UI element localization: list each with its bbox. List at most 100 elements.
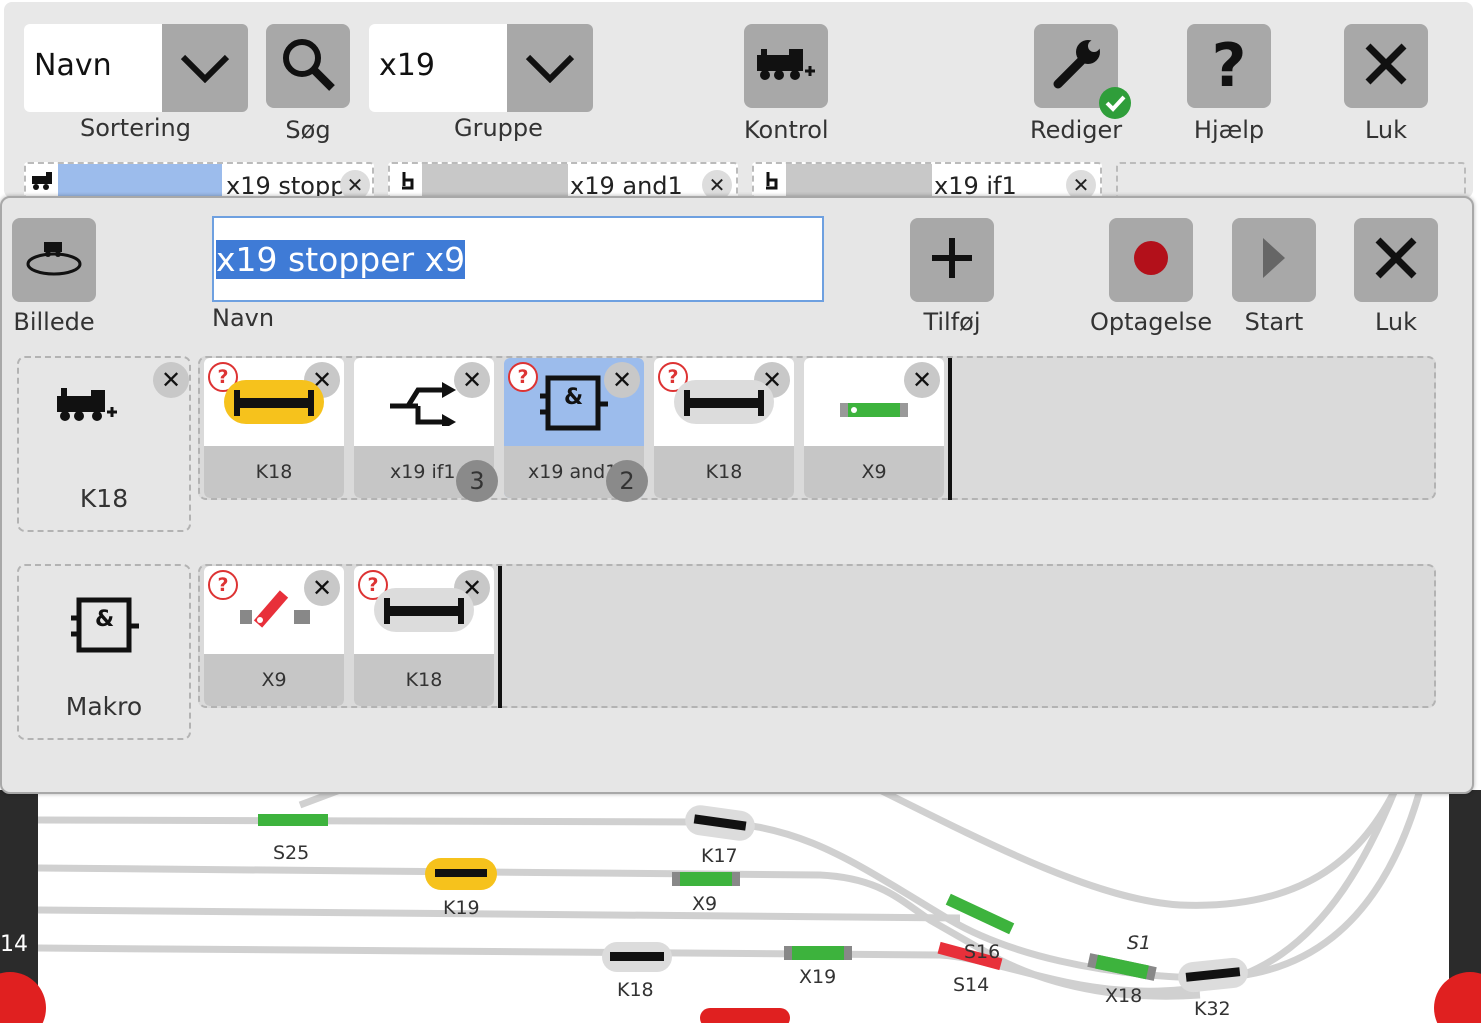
dialog-close-label: Luk — [1374, 308, 1418, 336]
record-button[interactable] — [1109, 218, 1194, 302]
edit-button[interactable] — [1034, 24, 1132, 119]
step-count-badge: 3 — [456, 460, 498, 502]
control-label: Kontrol — [744, 116, 829, 144]
image-tool[interactable]: Billede — [12, 218, 96, 336]
branch-arrow-icon — [388, 382, 460, 430]
step-label: K18 — [204, 446, 344, 498]
close-button[interactable] — [1344, 24, 1428, 108]
track-label: X9 — [692, 893, 718, 915]
track-label: K32 — [1194, 998, 1231, 1020]
add-tool[interactable]: Tilføj — [910, 218, 994, 336]
track-label: S1 — [1127, 932, 1152, 954]
step-card[interactable]: ? ✕ K18 — [654, 358, 794, 498]
insert-cursor — [498, 566, 502, 708]
sort-label: Sortering — [80, 114, 191, 142]
step-label: X9 — [204, 654, 344, 706]
and-gate-icon: & — [69, 596, 141, 660]
close-label: Luk — [1364, 116, 1408, 144]
dialog-close-button[interactable] — [1354, 218, 1438, 302]
track-label: X19 — [799, 966, 837, 988]
track-label: K17 — [701, 845, 738, 867]
hand-pointer-icon — [392, 166, 422, 194]
start-button[interactable] — [1232, 218, 1316, 302]
step-label: K18 — [654, 446, 794, 498]
step-card[interactable]: ? ✕ X9 — [204, 566, 344, 706]
search-icon — [280, 36, 336, 96]
row-head-label: K18 — [79, 484, 129, 513]
track-label: S16 — [964, 941, 1001, 963]
image-button[interactable] — [12, 218, 96, 302]
record-label: Optagelse — [1090, 308, 1213, 336]
macro-name-input[interactable]: x19 stopper x9 — [212, 216, 824, 302]
macro-name-text: x19 stopper x9 — [216, 240, 466, 279]
question-mark-icon[interactable]: ? — [508, 362, 538, 392]
search-label: Søg — [285, 116, 331, 144]
name-label: Navn — [212, 304, 275, 332]
control-tool[interactable]: Kontrol — [744, 24, 829, 144]
row-remove-icon[interactable]: ✕ — [153, 362, 189, 398]
close-icon — [1374, 236, 1418, 284]
question-mark-icon: ? — [1211, 31, 1247, 101]
dialog-close-tool[interactable]: Luk — [1354, 218, 1438, 336]
track-label: K18 — [617, 979, 654, 1001]
chevron-down-icon[interactable] — [507, 24, 593, 112]
control-button[interactable] — [744, 24, 829, 108]
row-head-label: Makro — [65, 692, 143, 721]
step-label: X9 — [804, 446, 944, 498]
search-tool[interactable]: Søg — [266, 24, 350, 144]
track-label: S14 — [953, 974, 990, 996]
plus-icon — [928, 234, 976, 286]
insert-cursor — [948, 358, 952, 500]
grey-block-icon — [370, 588, 478, 638]
help-label: Hjælp — [1193, 116, 1265, 144]
edit-tool[interactable]: Rediger — [1030, 24, 1132, 144]
start-tool[interactable]: Start — [1232, 218, 1316, 336]
locomotive-icon — [55, 384, 119, 428]
sort-value: Navn — [24, 24, 162, 112]
step-remove-icon[interactable]: ✕ — [904, 362, 940, 398]
locomotive-icon — [755, 47, 817, 85]
close-icon — [1364, 42, 1408, 90]
question-mark-icon[interactable]: ? — [208, 570, 238, 600]
step-card[interactable]: ✕ X9 — [804, 358, 944, 498]
red-switch-icon — [238, 584, 314, 632]
step-card[interactable]: ? ✕ K18 — [204, 358, 344, 498]
step-count-badge: 2 — [606, 460, 648, 502]
chevron-down-icon[interactable] — [162, 24, 248, 112]
help-button[interactable]: ? — [1187, 24, 1271, 108]
group-select[interactable]: x19 — [369, 24, 593, 112]
track-label: S25 — [273, 842, 310, 864]
loco-yellow-block-icon — [220, 380, 328, 430]
play-icon — [1259, 236, 1289, 284]
add-button[interactable] — [910, 218, 994, 302]
sort-select[interactable]: Navn — [24, 24, 248, 112]
step-card[interactable]: ? ✕ K18 — [354, 566, 494, 706]
add-label: Tilføj — [923, 308, 981, 336]
track-label: K19 — [443, 897, 480, 919]
svg-text:&: & — [564, 385, 583, 410]
step-label: K18 — [354, 654, 494, 706]
track-label: 14 — [0, 932, 28, 957]
group-value: x19 — [369, 24, 507, 112]
svg-text:&: & — [95, 607, 114, 632]
record-dot-icon — [1131, 238, 1171, 282]
grey-block-icon — [670, 380, 778, 430]
green-signal-icon — [838, 402, 910, 422]
step-row-2[interactable]: ? ✕ X9 ? ✕ K18 — [198, 564, 1436, 708]
group-label: Gruppe — [454, 114, 543, 142]
help-tool[interactable]: ? Hjælp — [1187, 24, 1271, 144]
macro-edit-dialog: Billede x19 stopper x9 Navn Tilføj Optag… — [0, 196, 1474, 794]
row-head-makro[interactable]: & Makro — [17, 564, 191, 740]
top-toolbar: Navn Sortering Søg x19 Gruppe Kontrol Re… — [4, 2, 1473, 202]
search-button[interactable] — [266, 24, 350, 108]
hand-pointer-icon — [756, 166, 786, 194]
checkmark-badge-icon — [1098, 86, 1132, 124]
close-tool[interactable]: Luk — [1344, 24, 1428, 144]
track-loop-icon — [24, 238, 84, 282]
image-label: Billede — [13, 308, 95, 336]
row-head-k18[interactable]: ✕ K18 — [17, 356, 191, 532]
record-tool[interactable]: Optagelse — [1090, 218, 1212, 336]
locomotive-icon — [28, 166, 58, 194]
wrench-icon — [1048, 36, 1104, 96]
step-row-1[interactable]: ? ✕ K18 ✕ x19 if1 3 ? ✕ & x19 and1 2 ? ✕ — [198, 356, 1436, 502]
